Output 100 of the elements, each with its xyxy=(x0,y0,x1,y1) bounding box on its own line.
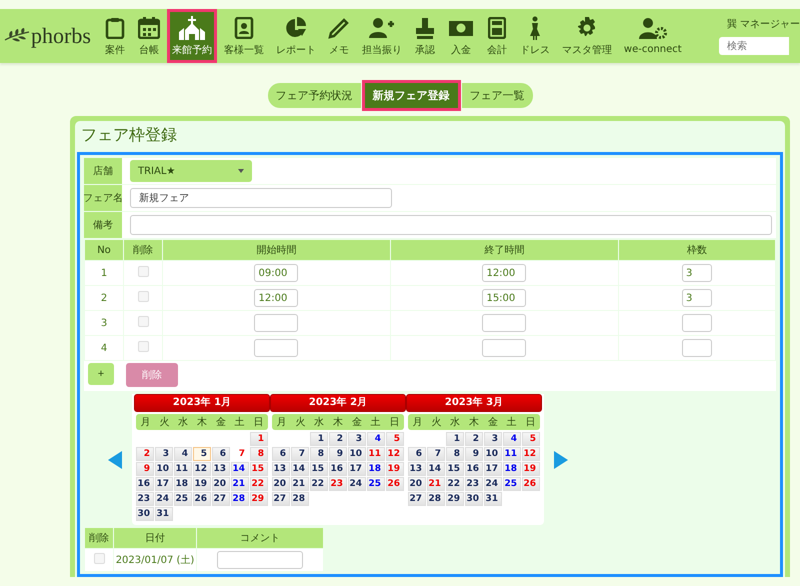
calendar-day[interactable]: 12 xyxy=(193,462,211,476)
calendar-day[interactable]: 30 xyxy=(465,492,483,506)
calendar-day[interactable]: 13 xyxy=(212,462,230,476)
calendar-day[interactable]: 15 xyxy=(250,462,268,476)
nav-item[interactable]: 承認 xyxy=(408,9,441,63)
nav-item[interactable]: 担当振り xyxy=(356,9,407,63)
calendar-day[interactable]: 9 xyxy=(136,462,154,476)
calendar-day[interactable]: 13 xyxy=(408,462,426,476)
time-field[interactable]: 09:00 xyxy=(254,264,298,282)
calendar-day[interactable]: 6 xyxy=(272,447,290,461)
calendar-day[interactable]: 7 xyxy=(291,447,309,461)
time-field[interactable]: 15:00 xyxy=(482,289,526,307)
calendar-day[interactable]: 11 xyxy=(503,447,521,461)
calendar-day[interactable]: 19 xyxy=(386,462,404,476)
calendar-day[interactable]: 9 xyxy=(465,447,483,461)
calendar-day[interactable]: 19 xyxy=(193,477,211,491)
count-field[interactable] xyxy=(682,314,712,332)
calendar-day[interactable]: 18 xyxy=(367,462,385,476)
calendar-day[interactable]: 19 xyxy=(522,462,540,476)
calendar-day[interactable]: 22 xyxy=(446,477,464,491)
calendar-day[interactable]: 18 xyxy=(503,462,521,476)
calendar-day[interactable]: 5 xyxy=(522,432,540,446)
time-field[interactable] xyxy=(482,339,526,357)
nav-item[interactable]: 来館予約 xyxy=(166,9,217,63)
calendar-day[interactable]: 23 xyxy=(329,477,347,491)
calendar-day[interactable]: 29 xyxy=(250,492,268,506)
calendar-day[interactable]: 6 xyxy=(408,447,426,461)
time-field[interactable] xyxy=(482,314,526,332)
calendar-day[interactable]: 20 xyxy=(212,477,230,491)
time-field[interactable]: 12:00 xyxy=(254,289,298,307)
checkbox[interactable] xyxy=(138,266,148,277)
next-button[interactable] xyxy=(554,450,568,468)
calendar-day[interactable]: 22 xyxy=(250,477,268,491)
calendar-day[interactable]: 27 xyxy=(212,492,230,506)
calendar-day[interactable]: 20 xyxy=(408,477,426,491)
calendar-day[interactable]: 21 xyxy=(231,477,249,491)
nav-item[interactable]: 台帳 xyxy=(132,9,165,63)
calendar-day[interactable]: 18 xyxy=(174,477,192,491)
calendar-day[interactable]: 28 xyxy=(427,492,445,506)
calendar-day[interactable]: 28 xyxy=(291,492,309,506)
time-field[interactable] xyxy=(254,314,298,332)
calendar-day[interactable]: 11 xyxy=(367,447,385,461)
calendar-day[interactable]: 17 xyxy=(348,462,366,476)
add-button[interactable]: + xyxy=(88,363,114,385)
input-field[interactable]: 新規フェア xyxy=(130,188,392,208)
input-field[interactable] xyxy=(130,215,772,235)
calendar-day[interactable]: 24 xyxy=(484,477,502,491)
calendar-day[interactable]: 11 xyxy=(174,462,192,476)
calendar-day[interactable]: 27 xyxy=(408,492,426,506)
calendar-day[interactable]: 5 xyxy=(193,447,211,461)
calendar-day[interactable]: 29 xyxy=(446,492,464,506)
tab[interactable]: フェア一覧 xyxy=(462,83,532,108)
comment-field[interactable] xyxy=(217,551,303,569)
calendar-day[interactable]: 1 xyxy=(446,432,464,446)
nav-item[interactable]: 客様一覧 xyxy=(218,9,269,63)
calendar-day[interactable]: 2 xyxy=(465,432,483,446)
calendar-day[interactable]: 24 xyxy=(348,477,366,491)
calendar-day[interactable]: 23 xyxy=(465,477,483,491)
calendar-day[interactable]: 17 xyxy=(155,477,173,491)
calendar-day[interactable]: 20 xyxy=(272,477,290,491)
nav-item[interactable]: we-connect xyxy=(618,9,687,63)
store-select[interactable]: TRIAL★ xyxy=(130,160,252,182)
calendar-day[interactable]: 8 xyxy=(446,447,464,461)
calendar-day[interactable]: 7 xyxy=(427,447,445,461)
nav-item[interactable]: メモ xyxy=(322,9,355,63)
calendar-day[interactable]: 31 xyxy=(155,507,173,521)
calendar-day[interactable]: 8 xyxy=(310,447,328,461)
nav-item[interactable]: ドレス xyxy=(514,9,555,63)
calendar-day[interactable]: 17 xyxy=(484,462,502,476)
checkbox[interactable] xyxy=(94,553,104,564)
calendar-day[interactable]: 25 xyxy=(367,477,385,491)
calendar-day[interactable]: 26 xyxy=(193,492,211,506)
calendar-day[interactable]: 30 xyxy=(136,507,154,521)
nav-item[interactable]: 案件 xyxy=(98,9,131,63)
calendar-day[interactable]: 9 xyxy=(329,447,347,461)
calendar-day[interactable]: 26 xyxy=(386,477,404,491)
previous-button[interactable] xyxy=(108,450,122,468)
calendar-day[interactable]: 2 xyxy=(136,447,154,461)
calendar-day[interactable]: 14 xyxy=(231,462,249,476)
tab[interactable]: フェア予約状況 xyxy=(268,83,360,108)
calendar-day[interactable]: 6 xyxy=(212,447,230,461)
calendar-day[interactable]: 22 xyxy=(310,477,328,491)
calendar-day[interactable]: 26 xyxy=(522,477,540,491)
count-field[interactable]: 3 xyxy=(682,264,712,282)
calendar-day[interactable]: 8 xyxy=(250,447,268,461)
calendar-day[interactable]: 15 xyxy=(310,462,328,476)
calendar-day[interactable]: 12 xyxy=(386,447,404,461)
calendar-day[interactable]: 16 xyxy=(329,462,347,476)
calendar-day[interactable]: 10 xyxy=(155,462,173,476)
checkbox[interactable] xyxy=(138,341,148,352)
tab[interactable]: 新規フェア登録 xyxy=(364,83,458,108)
checkbox[interactable] xyxy=(138,316,148,327)
nav-item[interactable]: 会計 xyxy=(480,9,513,63)
calendar-day[interactable]: 24 xyxy=(155,492,173,506)
search-field[interactable]: 検索 xyxy=(718,37,789,55)
time-field[interactable] xyxy=(254,339,298,357)
calendar-day[interactable]: 14 xyxy=(291,462,309,476)
calendar-day[interactable]: 10 xyxy=(484,447,502,461)
calendar-day[interactable]: 27 xyxy=(272,492,290,506)
calendar-day[interactable]: 13 xyxy=(272,462,290,476)
